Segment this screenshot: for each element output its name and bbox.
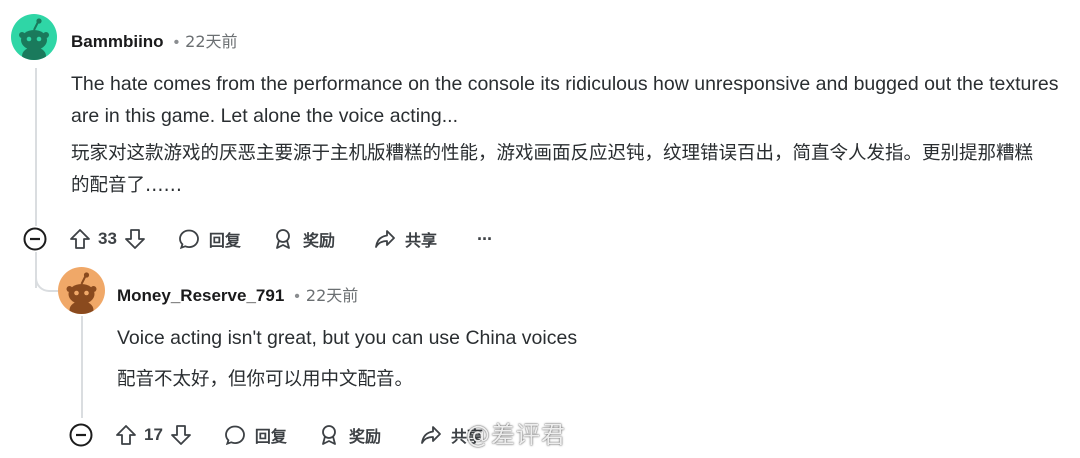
collapse-icon [23,227,47,251]
award-icon [322,425,336,445]
collapse-button[interactable] [68,422,94,448]
share-icon [421,426,441,444]
downvote-button[interactable] [123,227,147,251]
reply-button[interactable]: 回复 [223,423,287,447]
vote-count: 33 [98,229,117,248]
timestamp[interactable]: 22天前 [185,32,237,51]
share-button[interactable]: 共享 [373,227,437,251]
upvote-icon [116,425,136,445]
award-button[interactable]: 奖励 [271,227,335,251]
comment-bubble-icon [225,425,245,446]
downvote-icon [171,425,191,445]
comment-text-en: Voice acting isn't great, but you can us… [117,327,578,349]
more-options-button[interactable]: ··· [476,228,493,250]
share-label: 共享 [404,231,437,250]
collapse-button[interactable] [22,226,48,252]
username[interactable]: Bammbiino [71,32,164,51]
reply-button[interactable]: 回复 [177,227,241,251]
avatar[interactable] [58,267,105,314]
comment-text-en: The hate comes from the performance on t… [71,73,1059,127]
reddit-snoo-icon [66,272,97,314]
award-button[interactable]: 奖励 [317,423,381,447]
action-bar: 33 回复 奖励 共享 ··· [22,223,493,255]
upvote-button[interactable] [114,423,138,447]
comment-text-zh: 玩家对这款游戏的厌恶主要源于主机版糟糕的性能，游戏画面反应迟钝，纹理错误百出，简… [71,143,1034,196]
reddit-snoo-icon [19,18,49,60]
downvote-icon [125,229,145,249]
separator-dot: • [173,34,180,51]
award-label: 奖励 [302,231,335,250]
thread-line-reply [81,316,83,418]
thread-line-main [35,68,37,226]
reply-label: 回复 [254,427,287,446]
more-options-icon: ··· [476,228,493,249]
share-icon [375,230,395,248]
upvote-icon [70,229,90,249]
avatar[interactable] [11,14,57,60]
comment-text-zh: 配音不太好，但你可以用中文配音。 [117,369,414,390]
upvote-button[interactable] [68,227,92,251]
separator-dot: • [294,288,300,305]
downvote-button[interactable] [169,423,193,447]
username[interactable]: Money_Reserve_791 [117,286,284,305]
vote-count: 17 [144,425,163,444]
reply-label: 回复 [208,231,241,250]
action-bar: 17 回复 奖励 共享 [68,419,483,451]
watermark: @差评君 [466,421,566,449]
comment-bubble-icon [179,229,199,250]
award-label: 奖励 [348,427,381,446]
award-icon [276,229,290,249]
timestamp[interactable]: 22天前 [306,286,358,305]
collapse-icon [69,423,93,447]
